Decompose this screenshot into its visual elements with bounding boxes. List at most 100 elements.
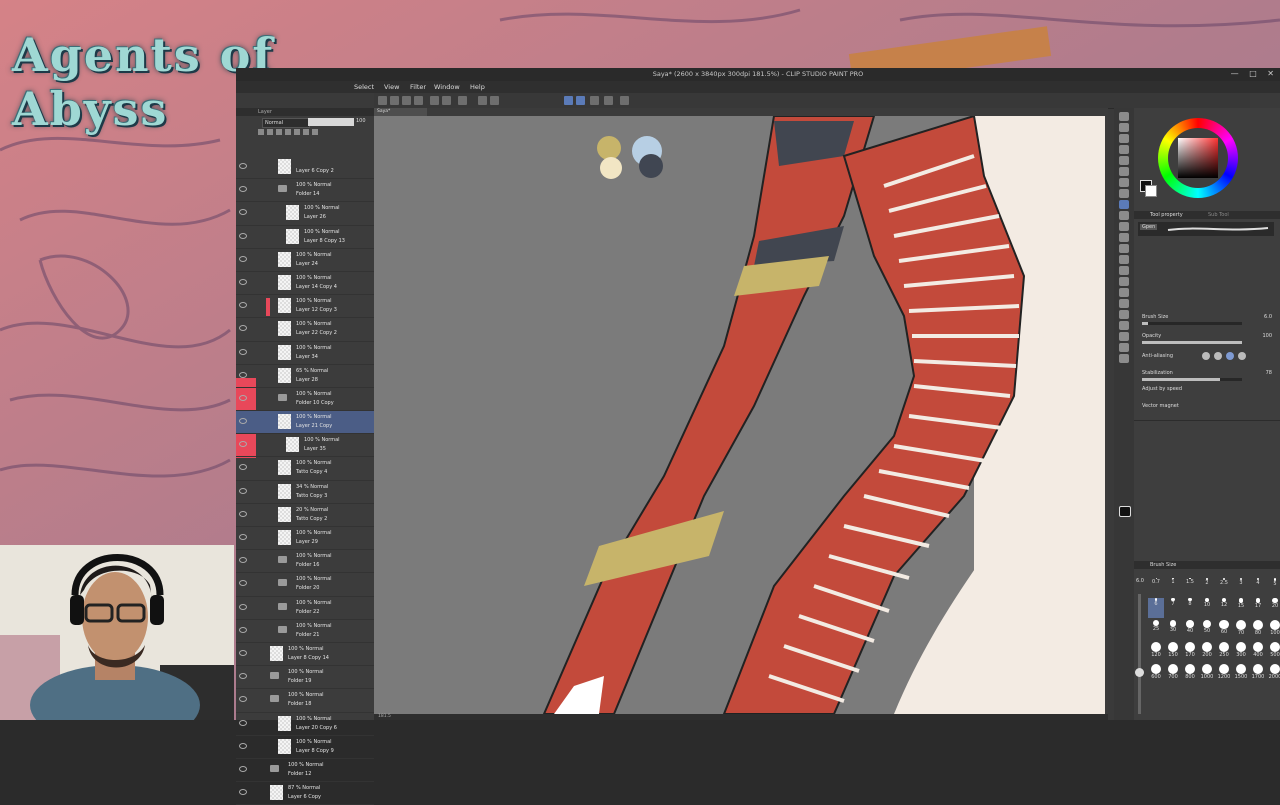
export-icon[interactable]: [414, 96, 423, 105]
property-value[interactable]: 78: [1266, 370, 1272, 376]
folder-icon[interactable]: [270, 695, 279, 703]
blend-mode-select[interactable]: Normal: [262, 118, 310, 128]
visibility-eye-icon[interactable]: [239, 441, 247, 448]
brush-size-preset[interactable]: 200: [1199, 642, 1215, 662]
layer-row[interactable]: 100 % Normal Layer 24: [236, 249, 374, 272]
ref-icon[interactable]: [303, 129, 309, 135]
brush-size-preset[interactable]: 3: [1233, 576, 1249, 596]
anti-aliasing-option[interactable]: [1238, 352, 1246, 360]
visibility-eye-icon[interactable]: [239, 302, 247, 309]
layer-row[interactable]: 100 % Normal Layer 8 Copy 14: [236, 643, 374, 667]
ruler-icon[interactable]: [590, 96, 599, 105]
layer-row[interactable]: 100 % Normal Folder 22: [236, 597, 374, 620]
fill-icon[interactable]: [478, 96, 487, 105]
layer-row[interactable]: 100 % Normal Folder 21: [236, 620, 374, 643]
save-icon[interactable]: [402, 96, 411, 105]
layer-row[interactable]: 100 % Normal Layer 29: [236, 527, 374, 551]
brush-size-preset[interactable]: 0.7: [1148, 576, 1164, 596]
menu-window[interactable]: Window: [434, 83, 460, 91]
brush-size-preset[interactable]: 30: [1165, 620, 1181, 640]
visibility-eye-icon[interactable]: [239, 348, 247, 355]
visibility-eye-icon[interactable]: [239, 580, 247, 587]
transform-icon[interactable]: [490, 96, 499, 105]
figure-tool-icon[interactable]: [1119, 299, 1129, 308]
layer-row[interactable]: 100 % Normal Layer 20 Copy 6: [236, 713, 374, 736]
visibility-eye-icon[interactable]: [239, 603, 247, 610]
brush-size-preset[interactable]: 800: [1182, 664, 1198, 684]
airbrush-tool-icon[interactable]: [1119, 233, 1129, 242]
brush-size-preset[interactable]: 170: [1182, 642, 1198, 662]
open-icon[interactable]: [390, 96, 399, 105]
undo-icon[interactable]: [430, 96, 439, 105]
brush-size-preset[interactable]: 7: [1165, 598, 1181, 618]
pen-tool-icon[interactable]: [1119, 200, 1129, 209]
brush-size-preset[interactable]: 300: [1233, 642, 1249, 662]
folder-icon[interactable]: [278, 393, 287, 401]
pencil-tool-icon[interactable]: [1119, 211, 1129, 220]
visibility-eye-icon[interactable]: [239, 394, 247, 401]
property-slider[interactable]: [1142, 378, 1242, 381]
brush-tool-icon[interactable]: [1119, 222, 1129, 231]
layer-row[interactable]: 100 % Normal Layer 22 Copy 2: [236, 318, 374, 342]
layer-row[interactable]: 87 % Normal Layer 6 Copy: [236, 782, 374, 805]
visibility-eye-icon[interactable]: [239, 163, 247, 169]
brush-size-preset[interactable]: 150: [1165, 642, 1181, 662]
brush-size-preset[interactable]: 1200: [1216, 664, 1232, 684]
layer-row[interactable]: 100 % Normal Layer 35: [236, 434, 374, 458]
visibility-eye-icon[interactable]: [239, 325, 247, 332]
brush-size-preset[interactable]: 10: [1199, 598, 1215, 618]
brush-size-preset[interactable]: 2000: [1267, 664, 1280, 684]
mask-icon[interactable]: [294, 129, 300, 135]
brush-size-preset[interactable]: 500: [1267, 642, 1280, 662]
layer-row[interactable]: 100 % Normal Folder 20: [236, 573, 374, 597]
trash-icon[interactable]: [312, 129, 318, 135]
close-button[interactable]: ✕: [1267, 69, 1274, 78]
layer-row[interactable]: 100 % Normal Folder 16: [236, 550, 374, 574]
layer-row[interactable]: 100 % Normal Folder 18: [236, 689, 374, 713]
layer-row[interactable]: 100 % Normal Layer 8 Copy 9: [236, 736, 374, 759]
brush-size-preset[interactable]: 1000: [1199, 664, 1215, 684]
brush-size-vertical-slider[interactable]: [1138, 594, 1141, 714]
layer-row[interactable]: 100 % Normal Folder 14: [236, 179, 374, 203]
folder-icon[interactable]: [278, 625, 287, 633]
visibility-eye-icon[interactable]: [239, 371, 247, 378]
line-correction-tool-icon[interactable]: [1119, 354, 1129, 363]
text-tool-icon[interactable]: [1119, 332, 1129, 341]
brush-size-preset[interactable]: 40: [1182, 620, 1198, 640]
visibility-eye-icon[interactable]: [239, 510, 247, 517]
menu-select[interactable]: Select: [354, 83, 374, 91]
layer-row[interactable]: 100 % Normal Folder 19: [236, 666, 374, 690]
layer-row[interactable]: 100 % Normal Folder 12: [236, 759, 374, 783]
move-tool-icon[interactable]: [1119, 123, 1129, 132]
property-slider[interactable]: [1142, 322, 1242, 325]
gradient-tool-icon[interactable]: [1119, 288, 1129, 297]
balloon-tool-icon[interactable]: [1119, 343, 1129, 352]
folder-icon[interactable]: [270, 672, 279, 680]
layer-row[interactable]: 100 % Normal Layer 34: [236, 342, 374, 365]
brush-size-preset[interactable]: 15: [1233, 598, 1249, 618]
operation-tool-icon[interactable]: [1119, 134, 1129, 143]
sub-color-swatch[interactable]: [1145, 185, 1157, 197]
brush-size-preset[interactable]: 17: [1250, 598, 1266, 618]
property-slider[interactable]: [1142, 341, 1242, 344]
maximize-button[interactable]: □: [1249, 69, 1257, 78]
brush-size-preset[interactable]: 60: [1216, 620, 1232, 640]
brush-size-preset[interactable]: 2: [1199, 576, 1215, 596]
brush-size-preset[interactable]: 120: [1148, 642, 1164, 662]
brush-size-preset[interactable]: 50: [1199, 620, 1215, 640]
property-value[interactable]: 6.0: [1264, 314, 1272, 320]
brush-size-preset[interactable]: 4: [1250, 576, 1266, 596]
zoom-tool-icon[interactable]: [1119, 112, 1129, 121]
visibility-eye-icon[interactable]: [239, 278, 247, 285]
fill-tool-icon[interactable]: [1119, 277, 1129, 286]
color-square[interactable]: [1178, 138, 1218, 178]
main-color-icon[interactable]: [1119, 506, 1131, 517]
layer-opacity-slider[interactable]: [308, 118, 354, 126]
blend-tool-icon[interactable]: [1119, 266, 1129, 275]
visibility-eye-icon[interactable]: [239, 418, 247, 425]
brush-size-preset[interactable]: 250: [1216, 642, 1232, 662]
brush-size-preset[interactable]: 8: [1182, 598, 1198, 618]
grid-icon[interactable]: [620, 96, 629, 105]
folder-icon[interactable]: [278, 556, 287, 564]
lock-icon[interactable]: [285, 129, 291, 135]
